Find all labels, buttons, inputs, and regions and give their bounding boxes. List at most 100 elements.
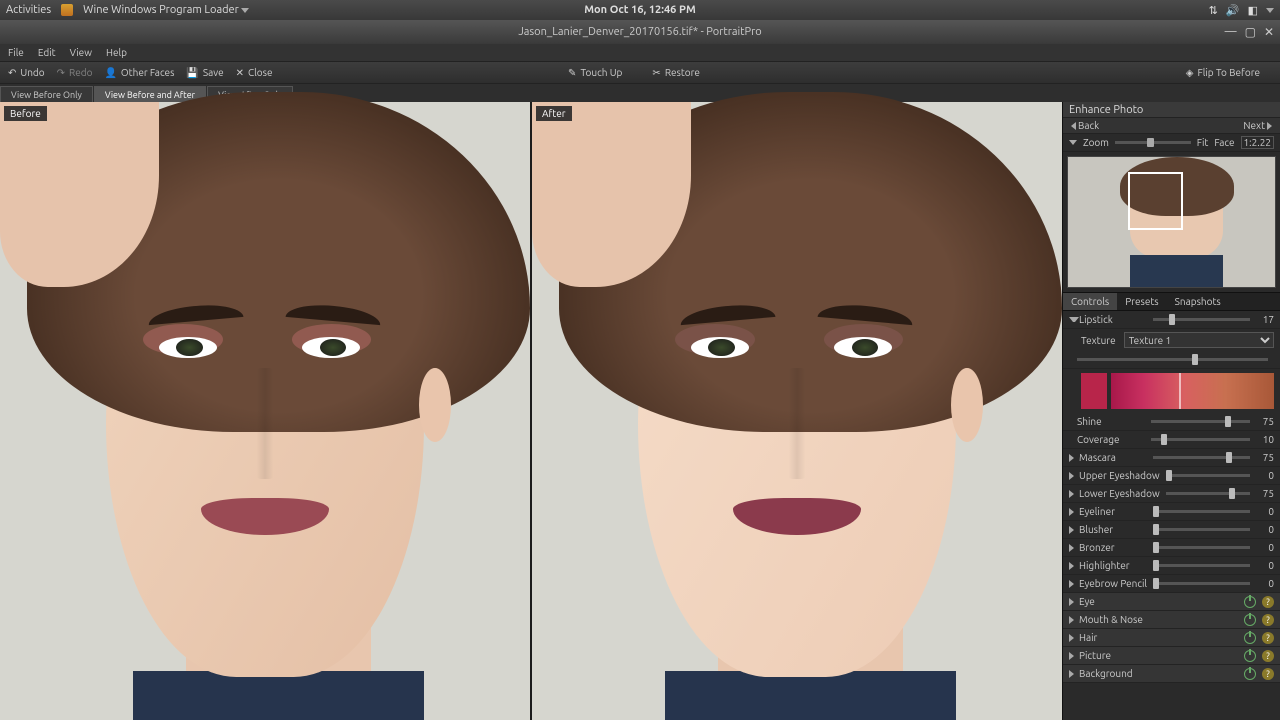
shine-value: 75: [1256, 416, 1274, 427]
eyeliner-slider[interactable]: [1153, 510, 1250, 513]
background-toggle[interactable]: [1244, 668, 1256, 680]
lip-color-swatch[interactable]: [1081, 373, 1107, 409]
zoom-fit-button[interactable]: Fit: [1197, 137, 1209, 148]
background-help[interactable]: ?: [1262, 668, 1274, 680]
chevron-right-icon: [1267, 122, 1272, 130]
eyeliner-expand-icon[interactable]: [1069, 508, 1079, 516]
eyebrow-pencil-value: 0: [1256, 578, 1274, 589]
bronzer-value: 0: [1256, 542, 1274, 553]
bronzer-expand-icon[interactable]: [1069, 544, 1079, 552]
zoom-label: Zoom: [1083, 137, 1109, 148]
volume-icon[interactable]: 🔊: [1226, 4, 1240, 17]
menu-view[interactable]: View: [70, 47, 92, 58]
mouth-nose-toggle[interactable]: [1244, 614, 1256, 626]
brush-icon: ✎: [568, 67, 576, 79]
picture-toggle[interactable]: [1244, 650, 1256, 662]
control-tabs: Controls Presets Snapshots: [1063, 292, 1280, 311]
maximize-button[interactable]: ▢: [1245, 25, 1256, 39]
tab-before-only[interactable]: View Before Only: [0, 86, 93, 102]
eye-expand-icon: [1069, 598, 1079, 606]
eye-toggle[interactable]: [1244, 596, 1256, 608]
lip-color-gradient[interactable]: [1111, 373, 1274, 409]
navigator-viewport[interactable]: [1128, 172, 1183, 230]
section-mouth-nose[interactable]: Mouth & Nose?: [1063, 611, 1280, 629]
background-expand-icon: [1069, 670, 1079, 678]
highlighter-label: Highlighter: [1079, 560, 1147, 571]
lower-eyeshadow-expand-icon[interactable]: [1069, 490, 1079, 498]
lower-eyeshadow-label: Lower Eyeshadow: [1079, 488, 1160, 499]
menu-edit[interactable]: Edit: [38, 47, 56, 58]
lip-tone-slider[interactable]: [1077, 358, 1268, 361]
sidebar-title: Enhance Photo: [1063, 102, 1280, 118]
texture-label: Texture: [1081, 335, 1116, 346]
upper-eyeshadow-value: 0: [1256, 470, 1274, 481]
blusher-slider[interactable]: [1153, 528, 1250, 531]
chevron-down-icon: [241, 8, 249, 13]
zoom-expand-icon[interactable]: [1069, 140, 1077, 145]
picture-help[interactable]: ?: [1262, 650, 1274, 662]
save-icon: 💾: [186, 67, 198, 79]
power-icon[interactable]: [1266, 4, 1274, 16]
highlighter-slider[interactable]: [1153, 564, 1250, 567]
zoom-slider[interactable]: [1115, 141, 1191, 144]
section-picture[interactable]: Picture?: [1063, 647, 1280, 665]
flip-button[interactable]: ◈Flip To Before: [1186, 67, 1260, 79]
lipstick-expand-icon[interactable]: [1069, 317, 1079, 322]
touch-up-button[interactable]: ✎Touch Up: [568, 67, 622, 79]
close-button[interactable]: ✕Close: [236, 67, 273, 79]
menu-help[interactable]: Help: [106, 47, 127, 58]
lipstick-slider[interactable]: [1153, 318, 1250, 321]
bronzer-label: Bronzer: [1079, 542, 1147, 553]
sidebar: Enhance Photo Back Next Zoom Fit Face 1:…: [1062, 102, 1280, 720]
minimize-button[interactable]: —: [1225, 25, 1237, 39]
shine-slider[interactable]: [1151, 420, 1250, 423]
picture-expand-icon: [1069, 652, 1079, 660]
redo-icon: ↷: [57, 67, 65, 79]
section-background[interactable]: Background?: [1063, 665, 1280, 683]
blusher-expand-icon[interactable]: [1069, 526, 1079, 534]
bronzer-slider[interactable]: [1153, 546, 1250, 549]
undo-button[interactable]: ↶Undo: [8, 67, 45, 79]
lower-eyeshadow-slider[interactable]: [1166, 492, 1250, 495]
redo-button[interactable]: ↷Redo: [57, 67, 93, 79]
eyeliner-label: Eyeliner: [1079, 506, 1147, 517]
restore-button[interactable]: ✂Restore: [652, 67, 700, 79]
eyebrow-pencil-expand-icon[interactable]: [1069, 580, 1079, 588]
coverage-slider[interactable]: [1151, 438, 1250, 441]
upper-eyeshadow-slider[interactable]: [1166, 474, 1250, 477]
tab-presets[interactable]: Presets: [1117, 293, 1166, 310]
main-toolbar: ↶Undo ↷Redo 👤Other Faces 💾Save ✕Close ✎T…: [0, 62, 1280, 84]
mascara-slider[interactable]: [1153, 456, 1250, 459]
section-eye[interactable]: Eye?: [1063, 593, 1280, 611]
hair-help[interactable]: ?: [1262, 632, 1274, 644]
person-icon: 👤: [104, 67, 116, 79]
indicator-icon[interactable]: ◧: [1248, 4, 1258, 17]
next-button[interactable]: Next: [1235, 119, 1280, 132]
texture-select[interactable]: Texture 1: [1124, 332, 1274, 348]
mouth-nose-help[interactable]: ?: [1262, 614, 1274, 626]
menu-file[interactable]: File: [8, 47, 24, 58]
upper-eyeshadow-expand-icon[interactable]: [1069, 472, 1079, 480]
eyebrow-pencil-label: Eyebrow Pencil: [1079, 578, 1147, 589]
lipstick-value: 17: [1256, 314, 1274, 325]
save-button[interactable]: 💾Save: [186, 67, 223, 79]
eyebrow-pencil-slider[interactable]: [1153, 582, 1250, 585]
mascara-expand-icon[interactable]: [1069, 454, 1079, 462]
flip-icon: ◈: [1186, 67, 1194, 79]
other-faces-button[interactable]: 👤Other Faces: [104, 67, 174, 79]
section-hair[interactable]: Hair?: [1063, 629, 1280, 647]
navigator-preview[interactable]: [1067, 156, 1276, 288]
activities-button[interactable]: Activities: [6, 4, 51, 16]
highlighter-expand-icon[interactable]: [1069, 562, 1079, 570]
highlighter-value: 0: [1256, 560, 1274, 571]
tab-controls[interactable]: Controls: [1063, 293, 1117, 310]
tab-snapshots[interactable]: Snapshots: [1167, 293, 1229, 310]
close-window-button[interactable]: ✕: [1264, 25, 1274, 39]
app-menu[interactable]: Wine Windows Program Loader: [83, 4, 249, 16]
network-icon[interactable]: ⇅: [1209, 4, 1218, 17]
back-button[interactable]: Back: [1063, 119, 1107, 132]
hair-toggle[interactable]: [1244, 632, 1256, 644]
zoom-face-button[interactable]: Face: [1214, 137, 1234, 148]
image-canvas[interactable]: Before After: [0, 102, 1062, 720]
eye-help[interactable]: ?: [1262, 596, 1274, 608]
